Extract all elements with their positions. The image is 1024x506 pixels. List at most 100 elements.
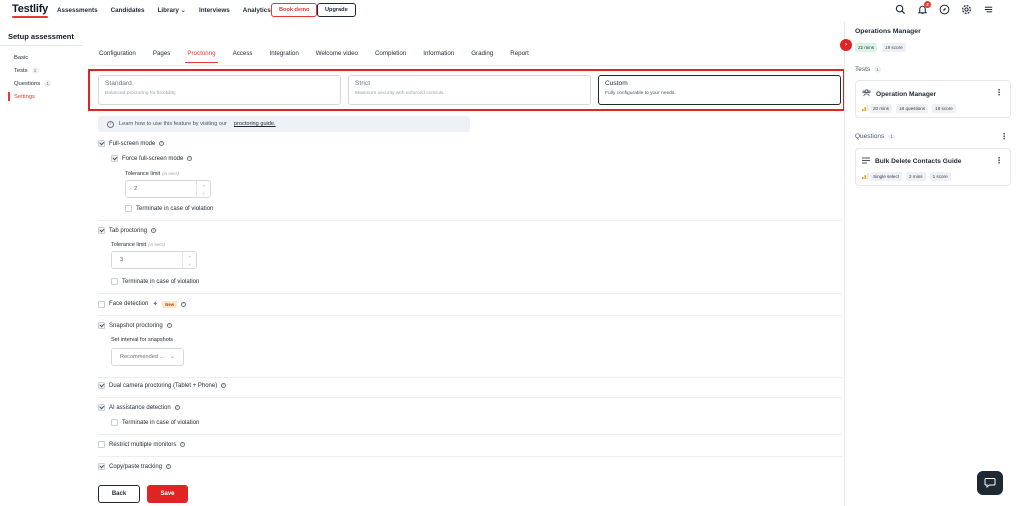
nav-interviews[interactable]: Interviews	[199, 7, 230, 14]
gear-icon[interactable]	[961, 4, 972, 15]
bell-icon[interactable]: 2	[917, 1, 931, 15]
section-label: Questions	[855, 133, 885, 140]
preset-title: Standard	[105, 80, 132, 87]
info-icon[interactable]: i	[151, 228, 157, 233]
tab-configuration[interactable]: Configuration	[99, 50, 136, 63]
tab-proctoring-row: Tab proctoring i	[98, 227, 157, 234]
sidebar-item-label: Settings	[14, 93, 35, 100]
face-detection-checkbox[interactable]	[98, 300, 105, 308]
input-value: 3	[120, 257, 124, 263]
terminate-checkbox[interactable]	[111, 278, 118, 285]
info-icon[interactable]: i	[180, 442, 186, 447]
chevron-down-icon[interactable]: ˅	[188, 262, 190, 267]
question-card[interactable]: Bulk Delete Contacts Guide ⋮ Single sele…	[855, 148, 1011, 186]
top-icons: 2	[895, 1, 994, 15]
terminate-checkbox[interactable]	[125, 205, 132, 212]
sidebar-item-tests[interactable]: Tests 1	[8, 64, 80, 77]
info-icon[interactable]: i	[174, 405, 180, 410]
info-icon[interactable]: i	[159, 141, 165, 146]
book-demo-button[interactable]: Book demo	[271, 3, 318, 17]
force-full-screen-row: Force full-screen mode i	[111, 155, 193, 162]
info-icon[interactable]: i	[181, 301, 187, 307]
duration-chip: 22 mins	[855, 43, 878, 52]
setting-label: Force full-screen mode	[122, 155, 184, 162]
terminate-checkbox[interactable]	[111, 419, 118, 426]
tab-integration[interactable]: Integration	[270, 50, 299, 63]
force-full-screen-checkbox[interactable]	[111, 155, 118, 162]
tab-information[interactable]: Information	[423, 50, 454, 63]
sidebar-item-questions[interactable]: Questions 1	[8, 77, 80, 90]
score-chip: 18 score	[932, 104, 956, 113]
chevron-down-icon[interactable]: ˅	[202, 191, 204, 196]
chevron-up-icon[interactable]: ˄	[188, 254, 190, 259]
preset-description: Balanced proctoring for flexibility.	[105, 91, 177, 96]
notification-count: 2	[924, 1, 931, 8]
save-button[interactable]: Save	[147, 485, 188, 503]
nav-assessments[interactable]: Assessments	[57, 7, 98, 14]
full-screen-tolerance-input[interactable]: 2 ˄ ˅	[125, 180, 211, 198]
section-divider	[98, 397, 842, 398]
nav-candidates[interactable]: Candidates	[111, 7, 145, 14]
more-options-icon[interactable]: ⋮	[1000, 132, 1008, 141]
copy-paste-row: Copy/paste tracking i	[98, 463, 172, 470]
collapse-panel-button[interactable]: ›	[840, 39, 852, 51]
settings-tabs: Configuration Pages Proctoring Access In…	[99, 50, 546, 63]
more-options-icon[interactable]: ⋮	[995, 89, 1003, 97]
menu-icon[interactable]	[983, 4, 994, 15]
snapshot-interval-select[interactable]: Recommended ... ⌄	[111, 348, 184, 366]
sidebar-item-settings[interactable]: Settings	[8, 90, 80, 103]
snapshot-checkbox[interactable]	[98, 322, 105, 329]
chat-support-button[interactable]	[977, 471, 1003, 495]
test-card-title: Operation Manager	[862, 89, 936, 99]
restrict-monitors-checkbox[interactable]	[98, 441, 105, 448]
preset-custom-card[interactable]: Custom Fully configurable to your needs.	[598, 75, 841, 105]
tab-grading[interactable]: Grading	[471, 50, 493, 63]
info-icon[interactable]: i	[166, 464, 172, 469]
upgrade-button[interactable]: Upgrade	[317, 3, 356, 17]
preset-standard-card[interactable]: Standard Balanced proctoring for flexibi…	[98, 75, 341, 105]
number-stepper[interactable]: ˄ ˅	[182, 252, 196, 268]
tab-tolerance-input[interactable]: 3 ˄ ˅	[111, 251, 197, 269]
tab-access[interactable]: Access	[233, 50, 253, 63]
brand-logo[interactable]: Testlify	[12, 3, 48, 15]
info-icon[interactable]: i	[166, 323, 172, 328]
nav-library[interactable]: Library ⌄	[158, 7, 186, 14]
sidebar-item-label: Tests	[14, 67, 28, 74]
info-icon[interactable]: i	[187, 156, 193, 161]
tab-proctoring-checkbox[interactable]	[98, 227, 105, 234]
copy-paste-checkbox[interactable]	[98, 463, 105, 470]
proctoring-presets: Standard Balanced proctoring for flexibi…	[98, 75, 841, 105]
dual-camera-checkbox[interactable]	[98, 382, 105, 389]
top-navbar: Testlify Assessments Candidates Library …	[0, 0, 1024, 22]
proctoring-guide-link[interactable]: proctoring guide.	[234, 121, 276, 127]
sidebar-item-label: Questions	[14, 80, 41, 87]
section-divider	[98, 315, 842, 316]
info-icon[interactable]: i	[221, 383, 227, 388]
search-icon[interactable]	[895, 4, 906, 15]
nav-analytics[interactable]: Analytics	[243, 7, 271, 14]
sidebar-item-basic[interactable]: Basic	[8, 51, 80, 64]
setting-label: Dual camera proctoring (Tablet + Phone)	[109, 382, 218, 389]
snapshot-interval-label: Set interval for snapshots	[111, 337, 174, 343]
test-card[interactable]: Operation Manager ⋮ 20 mins 18 questions…	[855, 80, 1011, 118]
ai-assistance-checkbox[interactable]	[98, 404, 105, 411]
chevron-up-icon[interactable]: ˄	[202, 183, 204, 188]
back-button[interactable]: Back	[98, 485, 140, 503]
tab-completion[interactable]: Completion	[375, 50, 406, 63]
more-options-icon[interactable]: ⋮	[995, 157, 1003, 165]
test-card-chips: 20 mins 18 questions 18 score	[862, 104, 959, 113]
tab-welcome-video[interactable]: Welcome video	[316, 50, 358, 63]
preset-description: Maximum security with enforced controls.	[355, 91, 445, 96]
info-icon: i	[107, 120, 114, 128]
setting-label: Restrict multiple monitors	[109, 441, 177, 448]
preset-strict-card[interactable]: Strict Maximum security with enforced co…	[348, 75, 591, 105]
full-screen-checkbox[interactable]	[98, 140, 105, 147]
tab-pages[interactable]: Pages	[153, 50, 171, 63]
number-stepper[interactable]: ˄ ˅	[196, 181, 210, 197]
full-screen-row: Full-screen mode i	[98, 140, 165, 147]
level-icon	[862, 172, 869, 181]
tab-proctoring[interactable]: Proctoring	[185, 50, 218, 63]
tabs-divider	[88, 65, 842, 66]
compass-icon[interactable]	[939, 4, 950, 15]
tab-report[interactable]: Report	[510, 50, 529, 63]
